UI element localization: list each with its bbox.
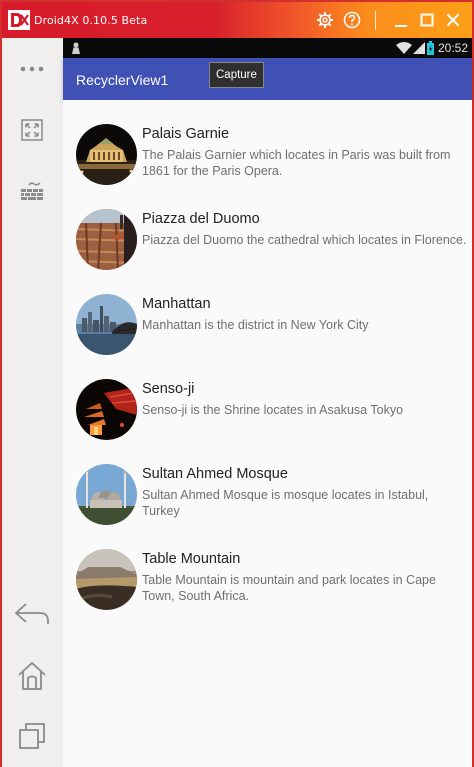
item-description: Piazza del Duomo the cathedral which loc… [142,233,467,247]
list-item[interactable]: Table Mountain Table Mountain is mountai… [63,549,472,629]
keyboard-icon[interactable] [14,174,50,210]
help-icon[interactable] [343,11,361,29]
more-icon[interactable] [14,51,50,87]
senso-ji-thumbnail [76,379,137,440]
home-icon[interactable] [14,658,50,694]
item-description: Manhattan is the district in New York Ci… [142,318,369,332]
recents-icon[interactable] [14,718,50,754]
signal-icon [413,42,425,54]
list-item[interactable]: Palais Garnie The Palais Garnier which l… [63,124,472,204]
droid4x-logo-icon [8,10,30,30]
fullscreen-icon[interactable] [14,112,50,148]
emulator-window: Droid4X 0.10.5 Beta 20:52 RecyclerView1 … [0,0,474,767]
capture-tooltip: Capture [209,62,264,88]
emulator-sidebar [2,38,63,767]
piazza-del-duomo-thumbnail [76,209,137,270]
palais-garnier-thumbnail [76,124,137,185]
list-item[interactable]: Piazza del Duomo Piazza del Duomo the ca… [63,209,472,289]
item-title: Piazza del Duomo [142,211,260,227]
item-title: Senso-ji [142,381,195,397]
item-title: Table Mountain [142,551,241,567]
list-item[interactable]: Manhattan Manhattan is the district in N… [63,294,472,374]
maximize-icon[interactable] [418,11,436,29]
manhattan-thumbnail [76,294,137,355]
list-item[interactable]: Senso-ji Senso-ji is the Shrine locates … [63,379,472,459]
debug-icon [72,42,80,54]
close-icon[interactable] [444,11,462,29]
table-mountain-thumbnail [76,549,137,610]
item-description: Sultan Ahmed Mosque is mosque locates in… [142,488,429,518]
status-time: 20:52 [437,41,468,55]
battery-icon [427,41,434,55]
sultan-ahmed-mosque-thumbnail [76,464,137,525]
item-description: Table Mountain is mountain and park loca… [142,573,436,603]
title-separator [375,11,376,30]
list-item[interactable]: Sultan Ahmed Mosque Sultan Ahmed Mosque … [63,464,472,544]
minimize-icon[interactable] [392,11,410,29]
item-title: Palais Garnie [142,126,230,142]
title-bar[interactable]: Droid4X 0.10.5 Beta [2,2,472,38]
item-title: Sultan Ahmed Mosque [142,466,288,482]
back-icon[interactable] [14,596,50,632]
wifi-icon [396,42,412,54]
gear-icon[interactable] [316,11,334,29]
item-description: The Palais Garnier which locates in Pari… [142,148,451,178]
item-title: Manhattan [142,296,211,312]
android-status-bar: 20:52 [63,38,472,58]
app-title: Droid4X 0.10.5 Beta [34,14,148,27]
app-bar: RecyclerView1 [63,58,472,100]
item-description: Senso-ji is the Shrine locates in Asakus… [142,403,404,417]
app-bar-title: RecyclerView1 [76,72,169,88]
recycler-list[interactable]: Palais Garnie The Palais Garnier which l… [63,100,472,767]
